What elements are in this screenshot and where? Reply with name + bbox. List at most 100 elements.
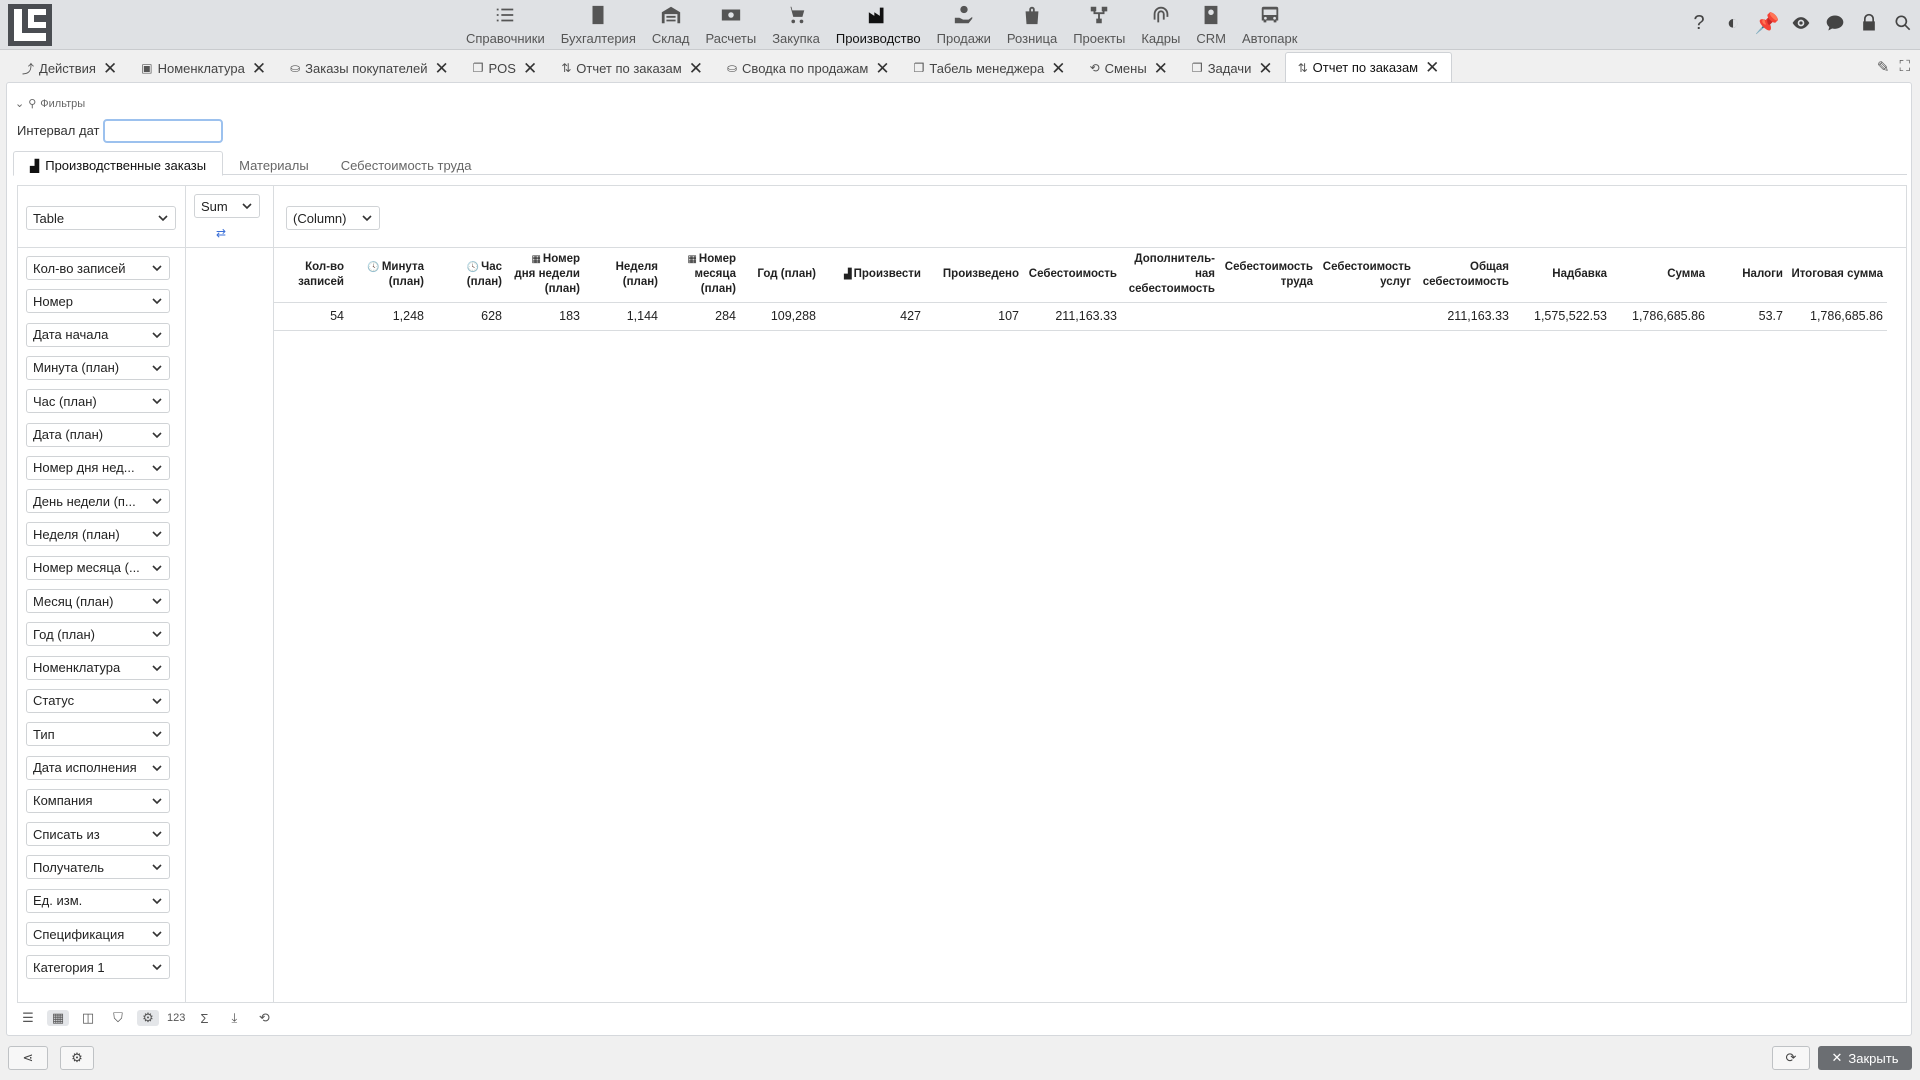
close-icon[interactable]: ✕ — [1258, 60, 1272, 77]
close-icon[interactable]: ✕ — [103, 60, 117, 77]
close-icon[interactable]: ✕ — [434, 60, 448, 77]
column-header-17[interactable]: Итоговая сумма — [1787, 248, 1887, 303]
sigma-icon[interactable]: Σ — [193, 1011, 215, 1026]
row-field-3[interactable]: Минута (план) — [26, 355, 170, 380]
close-icon[interactable]: ✕ — [689, 60, 703, 77]
tab-3[interactable]: ❐ POS ✕ — [461, 54, 549, 82]
row-field-13[interactable]: Статус — [26, 688, 170, 713]
pin-icon[interactable]: 📌 — [1755, 12, 1780, 35]
share-button[interactable]: ⋖ — [8, 1046, 48, 1070]
theme-contrast-icon[interactable]: ◐ — [1722, 12, 1744, 34]
row-field-21[interactable]: Категория 1 — [26, 955, 170, 980]
column-header-9[interactable]: Себестоимость — [1023, 248, 1121, 303]
row-fields-list[interactable]: Кол-во записей Номер Дата начала Минута (пл… — [18, 248, 186, 1002]
row-field-4[interactable]: Час (план) — [26, 389, 170, 414]
tab-6[interactable]: ❐ Табель менеджера ✕ — [902, 54, 1078, 82]
close-icon[interactable]: ✕ — [875, 60, 889, 77]
search-icon[interactable] — [1892, 12, 1914, 34]
help-icon[interactable]: ? — [1688, 12, 1710, 34]
repeat-icon[interactable]: ⟲ — [253, 1010, 275, 1026]
fullscreen-icon[interactable]: ⛶ — [1899, 58, 1910, 76]
filter-icon[interactable]: ⛉ — [107, 1010, 129, 1026]
close-button[interactable]: ✕ Закрыть — [1818, 1046, 1912, 1070]
settings-icon[interactable]: ⚙ — [137, 1010, 159, 1026]
list-icon[interactable]: ☰ — [17, 1010, 39, 1026]
nav-item-9[interactable]: Кадры — [1133, 0, 1188, 50]
tab-1[interactable]: ▣ Номенклатура ✕ — [129, 54, 278, 82]
row-field-1[interactable]: Номер — [26, 289, 170, 314]
column-header-6[interactable]: Год (план) — [740, 248, 820, 303]
row-field-5[interactable]: Дата (план) — [26, 422, 170, 447]
column-header-8[interactable]: Произведено — [925, 248, 1023, 303]
column-header-11[interactable]: Себестоимость труда — [1219, 248, 1317, 303]
row-field-15[interactable]: Дата исполнения — [26, 755, 170, 780]
close-icon[interactable]: ✕ — [252, 60, 266, 77]
column-header-10[interactable]: Дополнитель-ная себестоимость — [1121, 248, 1219, 303]
row-field-6[interactable]: Номер дня нед... — [26, 455, 170, 480]
column-header-15[interactable]: Сумма — [1611, 248, 1709, 303]
tab-8[interactable]: ❐ Задачи ✕ — [1180, 54, 1285, 82]
tab-2[interactable]: ⛀ Заказы покупателей ✕ — [278, 54, 461, 82]
renderer-select[interactable]: Table — [26, 206, 176, 230]
row-field-0[interactable]: Кол-во записей — [26, 256, 170, 280]
tab-9[interactable]: ⇅ Отчет по заказам ✕ — [1284, 52, 1453, 82]
nav-item-8[interactable]: Проекты — [1065, 0, 1133, 50]
nav-item-5[interactable]: Производство — [828, 0, 929, 50]
tab-4[interactable]: ⇅ Отчет по заказам ✕ — [549, 54, 715, 82]
chat-icon[interactable] — [1824, 12, 1846, 34]
edit-pencil-icon[interactable]: ✎ — [1877, 58, 1890, 76]
date-interval-input[interactable] — [103, 119, 223, 143]
column-header-3[interactable]: ▦ Номер дня недели (план) — [506, 248, 584, 303]
column-header-2[interactable]: 🕓 Час (план) — [428, 248, 506, 303]
eye-icon[interactable] — [1790, 12, 1812, 34]
nav-item-0[interactable]: Справочники — [458, 0, 553, 50]
nav-item-1[interactable]: Бухгалтерия — [553, 0, 644, 50]
subtab-2[interactable]: Себестоимость труда — [325, 151, 488, 175]
row-field-17[interactable]: Списать из — [26, 822, 170, 847]
nav-item-11[interactable]: Автопарк — [1234, 0, 1306, 50]
row-field-19[interactable]: Ед. изм. — [26, 888, 170, 913]
row-field-18[interactable]: Получатель — [26, 855, 170, 880]
filters-toggle[interactable]: ⌄ ⚲ Фильтры — [15, 97, 85, 111]
row-field-10[interactable]: Месяц (план) — [26, 589, 170, 613]
row-field-11[interactable]: Год (план) — [26, 622, 170, 647]
column-header-13[interactable]: Общая себестоимость — [1415, 248, 1513, 303]
lock-icon[interactable] — [1858, 12, 1880, 34]
tab-5[interactable]: ⛀ Сводка по продажам ✕ — [715, 54, 902, 82]
nav-item-2[interactable]: Склад — [644, 0, 698, 50]
column-header-16[interactable]: Налоги — [1709, 248, 1787, 303]
row-field-14[interactable]: Тип — [26, 722, 170, 747]
column-header-0[interactable]: Кол-во записей — [274, 248, 348, 303]
tab-0[interactable]: ⤴ Действия ✕ — [10, 54, 129, 82]
nav-item-7[interactable]: Розница — [999, 0, 1065, 50]
column-header-14[interactable]: Надбавка — [1513, 248, 1611, 303]
nav-item-3[interactable]: Расчеты — [697, 0, 764, 50]
nav-item-10[interactable]: CRM — [1188, 0, 1234, 50]
aggregator-select[interactable]: Sum — [194, 194, 260, 218]
app-logo[interactable] — [8, 4, 52, 46]
row-field-2[interactable]: Дата начала — [26, 322, 170, 347]
column-header-7[interactable]: ▟ Произвести — [820, 248, 925, 303]
column-header-5[interactable]: ▦ Номер месяца (план) — [662, 248, 740, 303]
refresh-button[interactable]: ⟳ — [1772, 1046, 1810, 1070]
download-icon[interactable]: ⤓ — [223, 1010, 245, 1026]
close-icon[interactable]: ✕ — [1051, 60, 1065, 77]
close-icon[interactable]: ✕ — [1154, 60, 1168, 77]
row-field-8[interactable]: Неделя (план) — [26, 522, 170, 547]
subtab-0[interactable]: ▟ Производственные заказы — [13, 151, 224, 176]
number-format-toggle[interactable]: 123 — [167, 1012, 185, 1024]
nav-item-6[interactable]: Продажи — [929, 0, 999, 50]
nav-item-4[interactable]: Закупка — [764, 0, 828, 50]
column-header-4[interactable]: Неделя (план) — [584, 248, 662, 303]
row-field-16[interactable]: Компания — [26, 788, 170, 813]
settings-button[interactable]: ⚙ — [60, 1046, 94, 1070]
close-icon[interactable]: ✕ — [1425, 59, 1439, 76]
row-field-7[interactable]: День недели (п... — [26, 489, 170, 514]
row-field-12[interactable]: Номенклатура — [26, 655, 170, 680]
subtab-1[interactable]: Материалы — [223, 151, 325, 175]
tab-7[interactable]: ⟲ Смены ✕ — [1078, 54, 1180, 82]
row-field-20[interactable]: Спецификация — [26, 922, 170, 946]
column-header-12[interactable]: Себестоимость услуг — [1317, 248, 1415, 303]
close-icon[interactable]: ✕ — [523, 60, 537, 77]
swap-axes-icon[interactable]: ⇄ — [216, 226, 226, 240]
